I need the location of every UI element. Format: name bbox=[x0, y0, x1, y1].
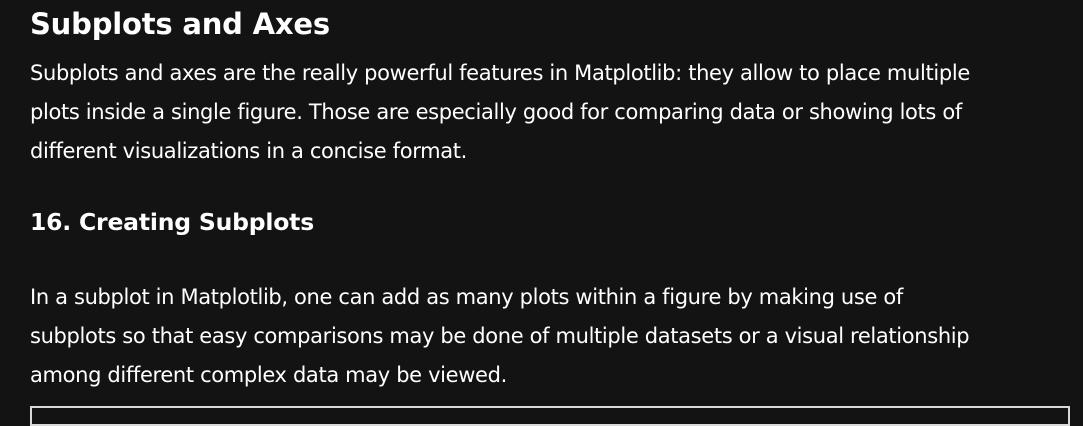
subsection-body-paragraph: In a subplot in Matplotlib, one can add … bbox=[30, 278, 1078, 395]
paragraph-line: Subplots and axes are the really powerfu… bbox=[30, 61, 970, 85]
section-heading: Subplots and Axes bbox=[30, 7, 330, 41]
section-intro-paragraph: Subplots and axes are the really powerfu… bbox=[30, 54, 1078, 171]
code-block bbox=[30, 406, 1070, 426]
article-content: Subplots and Axes Subplots and axes are … bbox=[0, 0, 1083, 426]
paragraph-line: subplots so that easy comparisons may be… bbox=[30, 324, 970, 348]
subsection-heading: 16. Creating Subplots bbox=[30, 208, 314, 236]
paragraph-line: different visualizations in a concise fo… bbox=[30, 139, 467, 163]
paragraph-line: In a subplot in Matplotlib, one can add … bbox=[30, 285, 903, 309]
paragraph-line: plots inside a single figure. Those are … bbox=[30, 100, 962, 124]
paragraph-line: among different complex data may be view… bbox=[30, 363, 507, 387]
